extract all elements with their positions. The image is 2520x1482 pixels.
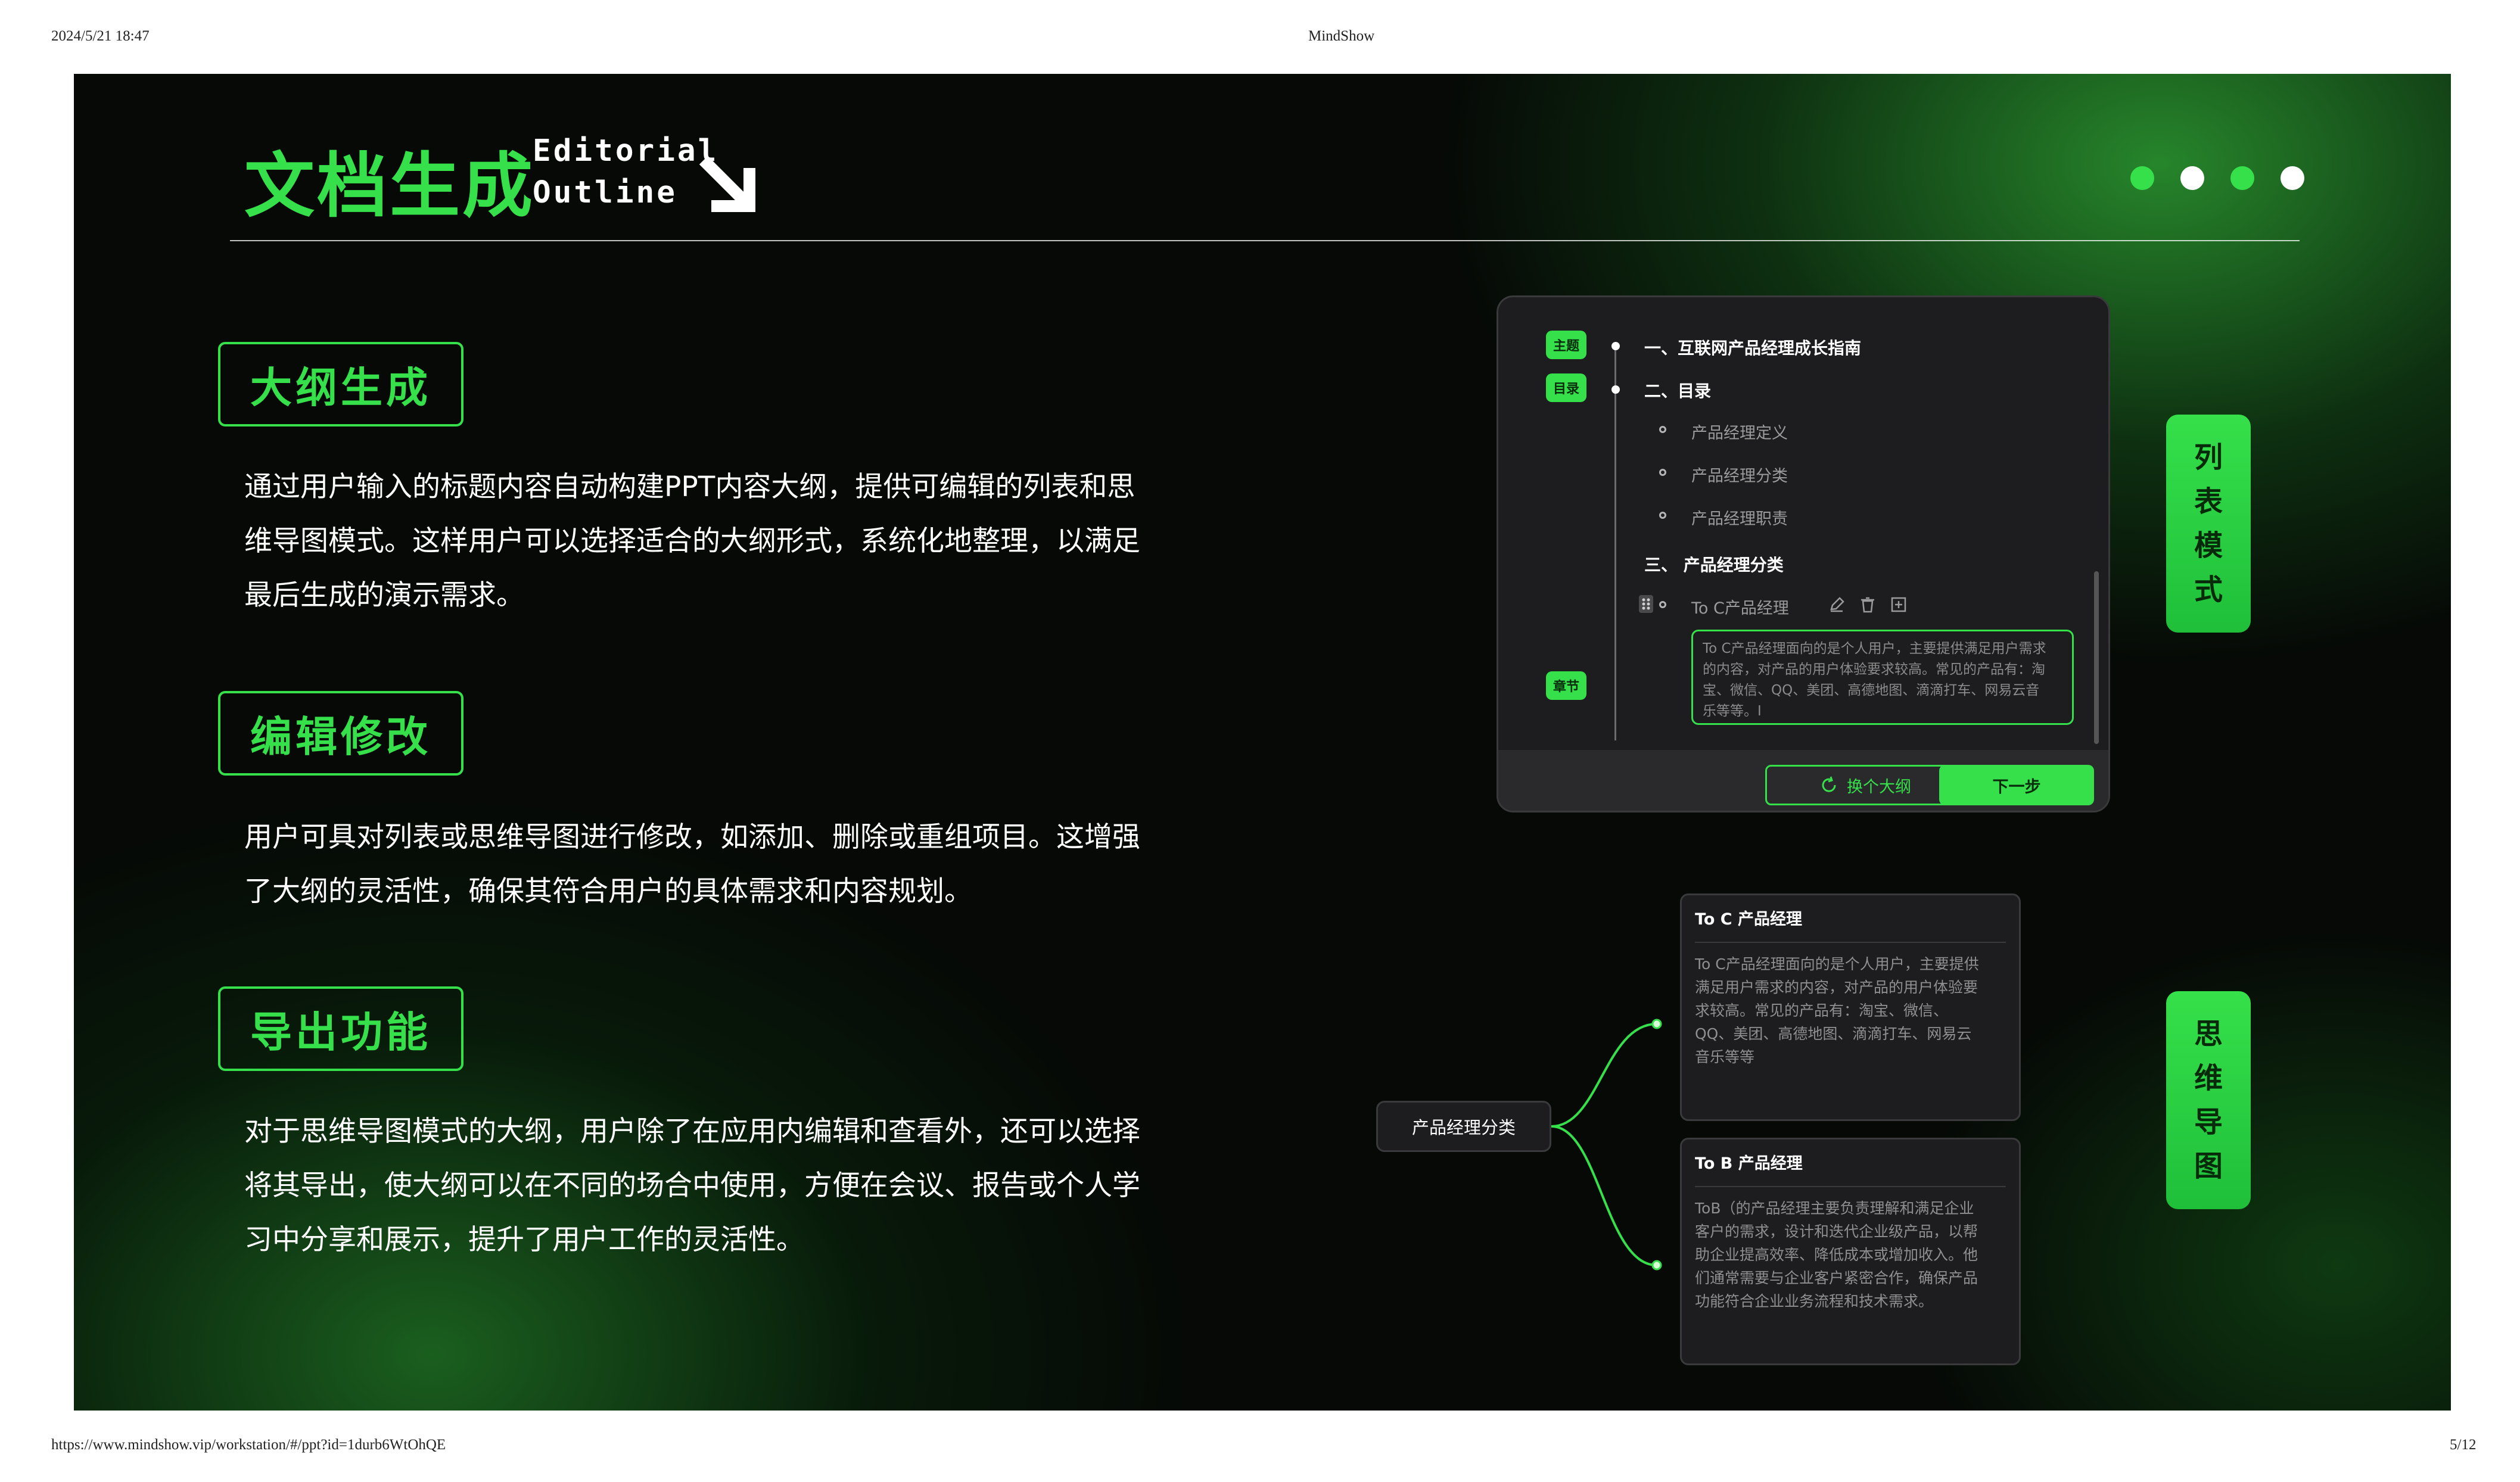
print-page-number: 5/12 xyxy=(2450,1437,2477,1453)
body-line: 通过用户输入的标题内容自动构建PPT内容大纲，提供可编辑的列表和思 xyxy=(244,471,1135,503)
tag-theme: 主题 xyxy=(1546,331,1586,359)
label-char: 图 xyxy=(2194,1150,2223,1183)
card-body: ToB（的产品经理主要负责理解和满足企业 客户的需求，设计和迭代企业级产品，以帮… xyxy=(1695,1197,2007,1313)
card-line: 客户的需求，设计和迭代企业级产品，以帮 xyxy=(1695,1223,1978,1240)
card-line: To C产品经理面向的是个人用户，主要提供 xyxy=(1695,955,1979,973)
textarea-line: To C产品经理面向的是个人用户，主要提供满足用户需求 xyxy=(1703,641,2046,656)
slide-title: 文档生成 xyxy=(244,145,536,227)
outline-item-2[interactable]: 二、目录 xyxy=(1644,378,1711,402)
outline-sub-2[interactable]: 产品经理分类 xyxy=(1691,463,1788,486)
body-line: 维导图模式。这样用户可以选择适合的大纲形式，系统化地整理，以满足 xyxy=(244,525,1140,558)
print-site-title: MindShow xyxy=(1308,28,1375,44)
title-divider xyxy=(230,240,2300,241)
section-heading-export: 导出功能 xyxy=(218,986,463,1071)
bullet xyxy=(1659,512,1666,519)
bullet xyxy=(1659,469,1666,476)
slide-subtitle-line2: Outline xyxy=(533,175,677,210)
mindmap-card-tob[interactable]: To B 产品经理 ToB（的产品经理主要负责理解和满足企业 客户的需求，设计和… xyxy=(1680,1138,2021,1365)
body-line: 对于思维导图模式的大纲，用户除了在应用内编辑和查看外，还可以选择 xyxy=(244,1115,1140,1148)
outline-tree-line xyxy=(1614,347,1616,740)
next-step-button[interactable]: 下一步 xyxy=(1939,765,2094,805)
mindmap-card-toc[interactable]: To C 产品经理 To C产品经理面向的是个人用户，主要提供 满足用户需求的内… xyxy=(1680,893,2021,1121)
slide-subtitle-line1: Editorial xyxy=(533,133,719,169)
textarea-line: 的内容，对产品的用户体验要求较高。常见的产品有：淘 xyxy=(1703,662,2045,677)
nav-dot-4[interactable] xyxy=(2281,166,2304,190)
label-char: 列 xyxy=(2194,441,2223,474)
outline-editing-item[interactable]: To C产品经理 xyxy=(1691,595,1789,618)
card-line: 功能符合企业业务流程和技术需求。 xyxy=(1695,1293,1934,1310)
nav-dot-2[interactable] xyxy=(2180,166,2204,190)
label-char: 式 xyxy=(2194,573,2223,606)
change-outline-label: 换个大纲 xyxy=(1847,777,1911,796)
drag-handle-icon[interactable] xyxy=(1639,595,1653,613)
bullet xyxy=(1659,601,1666,608)
card-line: 求较高。常见的产品有：淘宝、微信、 xyxy=(1695,1002,1949,1019)
add-icon[interactable] xyxy=(1890,596,1907,613)
section-body-export: 对于思维导图模式的大纲，用户除了在应用内编辑和查看外，还可以选择 将其导出，使大… xyxy=(244,1104,1174,1267)
section-heading-text: 大纲生成 xyxy=(250,363,431,412)
item-description-textarea[interactable]: To C产品经理面向的是个人用户，主要提供满足用户需求 的内容，对产品的用户体验… xyxy=(1691,630,2074,725)
refresh-icon xyxy=(1822,776,1836,792)
section-body-outline-generation: 通过用户输入的标题内容自动构建PPT内容大纲，提供可编辑的列表和思 维导图模式。… xyxy=(244,460,1174,622)
arrow-down-right-icon xyxy=(699,156,755,212)
card-title: To B 产品经理 xyxy=(1695,1154,1803,1173)
textarea-line: 宝、微信、QQ、美团、高德地图、滴滴打车、网易云音 xyxy=(1703,683,2040,698)
card-body: To C产品经理面向的是个人用户，主要提供 满足用户需求的内容，对产品的用户体验… xyxy=(1695,952,2007,1069)
label-char: 思 xyxy=(2194,1017,2223,1051)
change-outline-button[interactable]: 换个大纲 xyxy=(1765,765,1965,805)
card-title: To C 产品经理 xyxy=(1695,910,1802,929)
slide: 文档生成 Editorial Outline 大纲生成 通过用户输入的标题内容自… xyxy=(74,74,2451,1411)
label-char: 导 xyxy=(2194,1106,2223,1139)
section-body-edit: 用户可具对列表或思维导图进行修改，如添加、删除或重组项目。这增强 了大纲的灵活性… xyxy=(244,810,1174,919)
panel-scrollbar[interactable] xyxy=(2094,571,2099,744)
body-line: 最后生成的演示需求。 xyxy=(244,579,524,612)
bullet xyxy=(1659,426,1666,433)
section-heading-text: 编辑修改 xyxy=(250,712,431,761)
tag-chapter: 章节 xyxy=(1546,671,1586,700)
print-datetime: 2024/5/21 18:47 xyxy=(51,28,150,44)
outline-item-3[interactable]: 三、 产品经理分类 xyxy=(1644,552,1784,576)
label-char: 模 xyxy=(2194,529,2223,562)
card-line: QQ、美团、高德地图、滴滴打车、网易云 xyxy=(1695,1025,1972,1042)
card-divider xyxy=(1695,942,2006,943)
delete-icon[interactable] xyxy=(1859,596,1876,613)
body-line: 习中分享和展示，提升了用户工作的灵活性。 xyxy=(244,1223,804,1256)
section-heading-text: 导出功能 xyxy=(250,1007,431,1057)
outline-item-1[interactable]: 一、互联网产品经理成长指南 xyxy=(1644,335,1861,359)
card-divider xyxy=(1695,1186,2006,1187)
body-line: 了大纲的灵活性，确保其符合用户的具体需求和内容规划。 xyxy=(244,875,972,908)
textarea-line: 乐等等。I xyxy=(1703,703,1762,719)
body-line: 将其导出，使大纲可以在不同的场合中使用，方便在会议、报告或个人学 xyxy=(244,1169,1140,1202)
print-url: https://www.mindshow.vip/workstation/#/p… xyxy=(51,1437,446,1453)
card-line: 们通常需要与企业客户紧密合作，确保产品 xyxy=(1695,1269,1978,1287)
card-line: 音乐等等 xyxy=(1695,1048,1755,1066)
card-line: ToB（的产品经理主要负责理解和满足企业 xyxy=(1695,1200,1974,1217)
body-line: 用户可具对列表或思维导图进行修改，如添加、删除或重组项目。这增强 xyxy=(244,821,1140,854)
mindmap-root-label: 产品经理分类 xyxy=(1411,1117,1516,1138)
tag-catalog: 目录 xyxy=(1546,373,1586,402)
outline-sub-3[interactable]: 产品经理职责 xyxy=(1691,506,1788,529)
list-mode-panel: 主题 目录 章节 一、互联网产品经理成长指南 二、目录 产品经理定义 产品经理分… xyxy=(1497,295,2110,812)
label-char: 维 xyxy=(2194,1061,2223,1095)
tree-node xyxy=(1611,342,1620,350)
nav-dot-1[interactable] xyxy=(2130,166,2154,190)
edit-icon[interactable] xyxy=(1828,596,1845,613)
card-line: 助企业提高效率、降低成本或增加收入。他 xyxy=(1695,1246,1978,1263)
card-line: 满足用户需求的内容，对产品的用户体验要 xyxy=(1695,979,1978,996)
tree-node xyxy=(1611,385,1620,394)
section-heading-outline-generation: 大纲生成 xyxy=(218,342,463,426)
nav-dot-3[interactable] xyxy=(2230,166,2254,190)
outline-sub-1[interactable]: 产品经理定义 xyxy=(1691,420,1788,443)
label-char: 表 xyxy=(2194,485,2223,518)
label-mindmap-mode: 思 维 导 图 xyxy=(2166,991,2251,1209)
section-heading-edit: 编辑修改 xyxy=(218,691,463,776)
mindmap-root-node[interactable]: 产品经理分类 xyxy=(1376,1101,1551,1152)
label-list-mode: 列 表 模 式 xyxy=(2166,415,2251,633)
